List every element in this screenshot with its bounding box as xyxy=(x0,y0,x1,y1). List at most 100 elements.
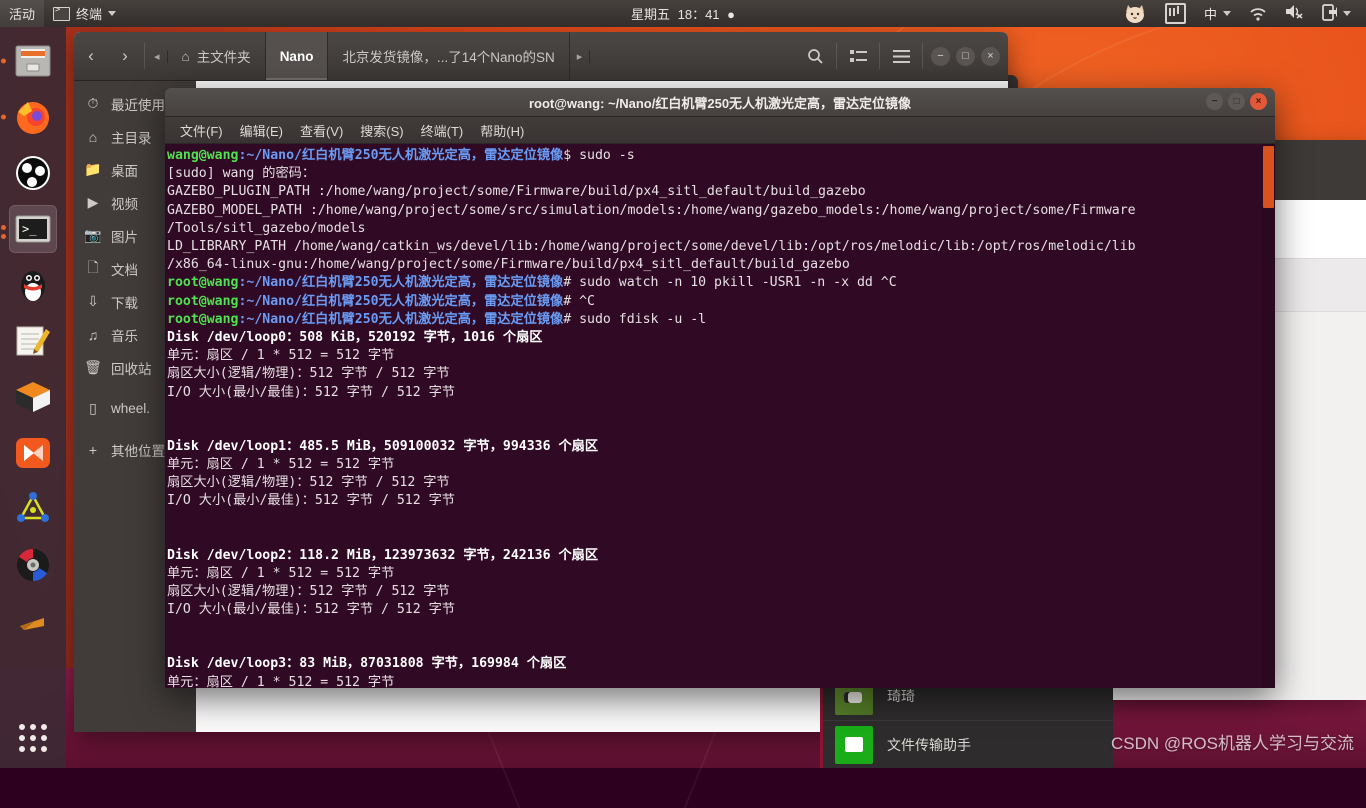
terminal-disk-header: Disk /dev/loop3：83 MiB，87031808 字节，16998… xyxy=(167,656,567,672)
activities-button[interactable]: 活动 xyxy=(0,0,45,27)
terminal-maximize-button[interactable]: □ xyxy=(1228,93,1245,110)
contact-name: 文件传输助手 xyxy=(887,737,971,753)
menu-search[interactable]: 搜索(S) xyxy=(353,119,410,142)
terminal-output-line: 扇区大小(逻辑/物理)：512 字节 / 512 字节 xyxy=(167,366,450,382)
terminal-window-controls: − □ × xyxy=(1206,93,1267,110)
terminal-output-line: [sudo] wang 的密码： xyxy=(167,166,316,182)
terminal-prompt-path-cn: 红白机臂250无人机激光定高，雷达定位镜像 xyxy=(302,293,564,309)
terminal-prompt-path: :~/Nano/ xyxy=(238,148,302,163)
apps-dot xyxy=(41,735,47,741)
files-icon xyxy=(15,45,51,77)
dock-item-obs[interactable] xyxy=(9,149,57,197)
file-manager-tabs: ⌂ 主文件夹 Nano 北京发货镜像，...了14个Nano的SN xyxy=(168,32,570,80)
tab-home[interactable]: ⌂ 主文件夹 xyxy=(168,32,266,80)
input-method-indicator[interactable]: 中 xyxy=(1195,0,1240,27)
gnome-top-bar: 活动 终端 星期五 18：41 ● 中 xyxy=(0,0,1366,27)
terminal-command: # sudo fdisk -u -l xyxy=(563,311,707,327)
terminal-output-line: 扇区大小(逻辑/物理)：512 字节 / 512 字节 xyxy=(167,475,450,491)
terminal-scrollbar[interactable] xyxy=(1262,144,1275,688)
terminal-title: root@wang: ~/Nano/红白机臂250无人机激光定高，雷达定位镜像 xyxy=(528,95,912,111)
sidebar-item-desktop-label: 桌面 xyxy=(111,163,138,179)
nav-back-button[interactable]: ‹ xyxy=(74,39,108,73)
recent-icon: ⏱ xyxy=(87,95,99,111)
terminal-disk-header: Disk /dev/loop1：485.5 MiB，509100032 字节，9… xyxy=(167,438,599,454)
menu-help[interactable]: 帮助(H) xyxy=(473,119,531,142)
dock-item-terminal[interactable]: >_ xyxy=(1,205,57,253)
dock-item-unknown-app[interactable] xyxy=(9,597,57,645)
sidebar-item-downloads-label: 下载 xyxy=(111,295,138,311)
sidebar-item-recent-label: 最近使用 xyxy=(111,97,165,113)
terminal-output-line: GAZEBO_PLUGIN_PATH :/home/wang/project/s… xyxy=(167,184,866,200)
sidebar-item-music-label: 音乐 xyxy=(111,328,138,344)
tab-nano-label: Nano xyxy=(279,48,314,64)
terminal-icon xyxy=(53,5,71,21)
file-manager-maximize-button[interactable]: □ xyxy=(956,46,975,66)
chevron-down-icon xyxy=(1343,11,1351,16)
wifi-indicator[interactable] xyxy=(1240,0,1276,27)
terminal-output-line: 单元：扇区 / 1 * 512 = 512 字节 xyxy=(167,674,395,688)
terminal-window[interactable]: root@wang: ~/Nano/红白机臂250无人机激光定高，雷达定位镜像 … xyxy=(165,88,1275,688)
tabs-scroll-right-button[interactable]: ▸ xyxy=(570,49,591,63)
terminal-minimize-button[interactable]: − xyxy=(1206,93,1223,110)
terminal-icon: >_ xyxy=(15,215,51,243)
volume-muted-icon xyxy=(1285,4,1304,23)
video-icon: ▶ xyxy=(87,194,99,210)
dock-item-files[interactable] xyxy=(9,37,57,85)
tab-beijing-image[interactable]: 北京发货镜像，...了14个Nano的SN xyxy=(328,32,570,80)
unknown-app-icon xyxy=(20,618,44,630)
terminal-close-button[interactable]: × xyxy=(1250,93,1267,110)
input-method-label: 中 xyxy=(1203,7,1217,22)
contact-name: 琦琦 xyxy=(887,688,915,704)
terminal-prompt-path-cn: 红白机臂250无人机激光定高，雷达定位镜像 xyxy=(302,275,564,291)
keyboard-layout-indicator[interactable] xyxy=(1156,0,1195,27)
search-icon[interactable] xyxy=(798,39,832,73)
dock-item-firefox[interactable] xyxy=(9,93,57,141)
sidebar-item-pictures-label: 图片 xyxy=(111,229,138,245)
dock-item-virtualbox[interactable] xyxy=(9,373,57,421)
terminal-menubar: 文件(F) 编辑(E) 查看(V) 搜索(S) 终端(T) 帮助(H) xyxy=(165,117,1275,144)
menu-view[interactable]: 查看(V) xyxy=(293,119,350,142)
dock-item-disk-burner[interactable] xyxy=(9,541,57,589)
menu-edit[interactable]: 编辑(E) xyxy=(233,119,290,142)
terminal-screen[interactable]: wang@wang:~/Nano/红白机臂250无人机激光定高，雷达定位镜像$ … xyxy=(165,144,1275,688)
tabs-scroll-left-button[interactable]: ◂ xyxy=(147,49,168,63)
power-menu-indicator[interactable] xyxy=(1313,0,1360,27)
terminal-prompt-line: root@wang:~/Nano/红白机臂250无人机激光定高，雷达定位镜像# … xyxy=(165,311,1275,329)
terminal-prompt-path-cn: 红白机臂250无人机激光定高，雷达定位镜像 xyxy=(302,311,564,327)
unity-launcher-dock: >_ xyxy=(0,27,66,768)
headerbar-separator-2 xyxy=(836,43,837,69)
apps-dot xyxy=(19,735,25,741)
terminal-command: # ^C xyxy=(563,293,595,309)
terminal-output: wang@wang:~/Nano/红白机臂250无人机激光定高，雷达定位镜像$ … xyxy=(165,147,1275,688)
molecule-icon xyxy=(17,492,49,522)
nav-forward-button[interactable]: › xyxy=(108,39,142,73)
terminal-output-line: 单元：扇区 / 1 * 512 = 512 字节 xyxy=(167,457,395,473)
home-icon: ⌂ xyxy=(88,128,98,145)
menu-terminal[interactable]: 终端(T) xyxy=(414,119,471,142)
apps-dot xyxy=(19,724,25,730)
headerbar-separator-4 xyxy=(922,43,923,69)
hamburger-menu-icon[interactable] xyxy=(884,39,918,73)
avatar xyxy=(835,726,873,764)
view-list-icon[interactable] xyxy=(841,39,875,73)
dock-item-media-player[interactable] xyxy=(9,429,57,477)
dock-item-molecule[interactable] xyxy=(9,485,57,533)
pictures-icon: 📷 xyxy=(84,227,102,243)
show-applications-button[interactable] xyxy=(13,718,53,758)
list-item[interactable]: 文件传输助手 xyxy=(823,721,1113,768)
file-manager-close-button[interactable]: × xyxy=(981,46,1000,66)
menu-file[interactable]: 文件(F) xyxy=(173,119,230,142)
volume-indicator[interactable] xyxy=(1276,0,1313,27)
app-menu-terminal[interactable]: 终端 xyxy=(44,0,125,27)
dock-item-notes[interactable] xyxy=(9,317,57,365)
tab-nano[interactable]: Nano xyxy=(265,32,329,80)
file-manager-minimize-button[interactable]: − xyxy=(931,46,950,66)
sidebar-item-home-label: 主目录 xyxy=(111,130,152,146)
terminal-titlebar[interactable]: root@wang: ~/Nano/红白机臂250无人机激光定高，雷达定位镜像 … xyxy=(165,88,1275,117)
desktop-icon: 📁 xyxy=(84,161,102,177)
dock-item-qq[interactable] xyxy=(9,261,57,309)
cat-tray-indicator[interactable] xyxy=(1114,0,1156,27)
terminal-output-line: 单元：扇区 / 1 * 512 = 512 字节 xyxy=(167,565,395,581)
terminal-scrollbar-thumb[interactable] xyxy=(1263,146,1274,208)
